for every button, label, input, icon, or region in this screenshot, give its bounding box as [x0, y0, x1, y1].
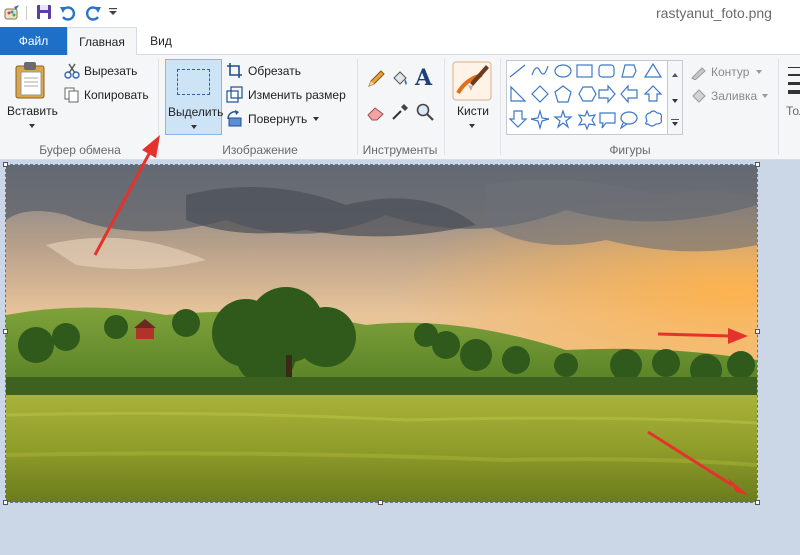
shapes-scroll-up-icon[interactable] [672, 73, 678, 77]
select-rectangle-icon [177, 69, 210, 95]
separator [778, 59, 779, 155]
copy-icon[interactable] [64, 87, 80, 103]
resize-handle-bottom-right[interactable] [755, 500, 760, 505]
fill-bucket-icon[interactable] [390, 69, 410, 89]
separator [357, 59, 358, 155]
fill-dropdown-icon[interactable] [762, 94, 768, 98]
color-picker-icon[interactable] [390, 102, 410, 122]
size-icon[interactable] [788, 65, 800, 95]
cloud-callout-shape-icon[interactable] [645, 110, 663, 127]
resize-handle-bottom[interactable] [378, 500, 383, 505]
hexagon-shape-icon[interactable] [578, 86, 597, 102]
crop-icon[interactable] [226, 62, 243, 79]
tools-group-label: Инструменты [362, 143, 438, 157]
oval-shape-icon[interactable] [554, 64, 572, 78]
select-button[interactable]: Выделить [165, 59, 224, 135]
polygon-shape-icon[interactable] [621, 64, 637, 78]
resize-handle-top-right[interactable] [755, 162, 760, 167]
outline-icon[interactable] [690, 64, 708, 80]
up-arrow-shape-icon[interactable] [643, 85, 663, 102]
oval-callout-shape-icon[interactable] [620, 111, 638, 125]
paste-icon[interactable] [14, 61, 48, 99]
pentagon-shape-icon[interactable] [554, 85, 572, 103]
ribbon-tabs: Файл Главная Вид [0, 27, 800, 56]
redo-icon[interactable] [84, 4, 102, 22]
separator [158, 59, 159, 155]
paint-app-icon[interactable] [3, 4, 21, 22]
tab-view[interactable]: Вид [139, 27, 183, 56]
scissors-icon[interactable] [64, 63, 80, 79]
resize-handle-bottom-left[interactable] [3, 500, 8, 505]
six-point-star-shape-icon[interactable] [577, 109, 597, 131]
shapes-gallery-scroll[interactable] [668, 60, 683, 135]
shapes-group-label: Фигуры [609, 143, 651, 157]
cut-button[interactable]: Вырезать [84, 64, 137, 78]
fill-icon[interactable] [690, 88, 708, 104]
copy-button[interactable]: Копировать [84, 88, 149, 102]
clipboard-group-label: Буфер обмена [39, 143, 121, 157]
text-tool-icon[interactable]: A [415, 65, 432, 91]
rotate-button[interactable]: Повернуть [248, 112, 307, 126]
separator [444, 59, 445, 155]
canvas-image[interactable] [6, 165, 757, 502]
right-arrow-shape-icon[interactable] [598, 84, 616, 104]
right-triangle-shape-icon[interactable] [510, 85, 527, 102]
window-title: rastyanut_foto.png [656, 5, 772, 21]
tab-home[interactable]: Главная [67, 27, 137, 56]
outline-button[interactable]: Контур [711, 65, 749, 79]
brushes-dropdown-icon[interactable] [469, 124, 475, 128]
triangle-shape-icon[interactable] [643, 62, 663, 78]
size-button-label-partial[interactable]: Тол [786, 104, 800, 118]
fill-button[interactable]: Заливка [711, 89, 757, 103]
tab-file[interactable]: Файл [0, 27, 67, 55]
save-icon[interactable] [36, 4, 52, 20]
left-arrow-shape-icon[interactable] [620, 84, 638, 104]
quick-access-dropdown-icon[interactable] [108, 7, 118, 17]
image-group-label: Изображение [222, 143, 298, 157]
undo-icon[interactable] [59, 4, 77, 22]
brushes-button[interactable]: Кисти [457, 104, 489, 118]
ribbon: Вставить Вырезать Копировать Буфер обмен… [0, 55, 800, 160]
resize-icon[interactable] [226, 86, 243, 103]
resize-button[interactable]: Изменить размер [248, 88, 346, 102]
title-bar: rastyanut_foto.png [0, 0, 800, 27]
spacer [366, 157, 367, 158]
diamond-shape-icon[interactable] [531, 85, 549, 103]
select-dropdown-icon [191, 125, 197, 129]
pencil-icon[interactable] [366, 69, 386, 89]
select-button-label: Выделить [168, 105, 224, 119]
separator [500, 59, 501, 155]
resize-handle-top-left[interactable] [3, 162, 8, 167]
four-point-star-shape-icon[interactable] [530, 108, 550, 131]
shapes-more-caret-icon[interactable] [672, 122, 678, 126]
line-shape-icon[interactable] [509, 64, 526, 78]
landscape-photo [6, 165, 757, 502]
shapes-gallery-icons [508, 62, 663, 131]
rounded-rectangle-shape-icon[interactable] [598, 64, 615, 78]
rotate-icon[interactable] [226, 110, 243, 127]
resize-handle-right[interactable] [755, 329, 760, 334]
eraser-icon[interactable] [366, 102, 386, 122]
brushes-icon[interactable] [452, 61, 492, 101]
outline-dropdown-icon[interactable] [756, 70, 762, 74]
resize-handle-left[interactable] [3, 329, 8, 334]
rectangular-callout-shape-icon[interactable] [599, 112, 616, 129]
shapes-scroll-down-icon[interactable] [672, 99, 678, 103]
shapes-more-icon[interactable] [671, 119, 679, 120]
magnifier-icon[interactable] [415, 102, 435, 122]
paste-dropdown-icon[interactable] [29, 124, 35, 128]
five-point-star-shape-icon[interactable] [553, 109, 573, 129]
rotate-dropdown-icon[interactable] [313, 117, 319, 121]
shapes-gallery [506, 60, 668, 135]
down-arrow-shape-icon[interactable] [508, 110, 528, 128]
rectangle-shape-icon[interactable] [576, 64, 593, 78]
paste-button[interactable]: Вставить [7, 104, 58, 118]
crop-button[interactable]: Обрезать [248, 64, 301, 78]
curve-shape-icon[interactable] [531, 65, 549, 76]
